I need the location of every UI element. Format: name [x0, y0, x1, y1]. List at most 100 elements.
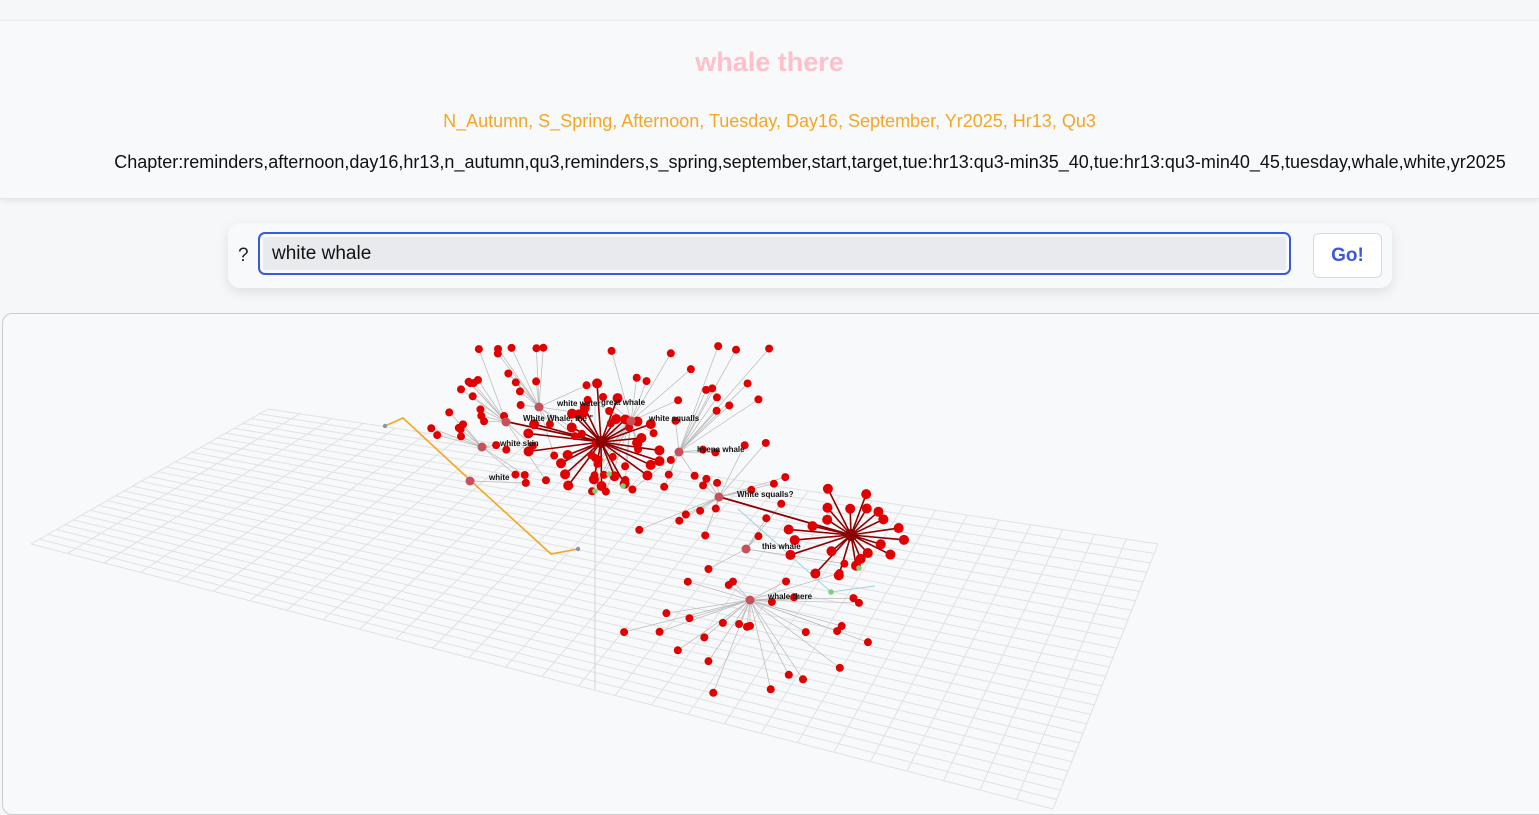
graph-node: [849, 594, 857, 602]
graph-node: [807, 521, 817, 531]
graph-node: [542, 476, 550, 484]
hub-node-white-squalls: [845, 529, 857, 541]
node-label-white-squalls-q: White squalls?: [737, 490, 794, 499]
graph-node: [635, 526, 643, 534]
graph-node: [665, 471, 673, 479]
grid-line: [944, 530, 1063, 781]
graph-node: [674, 396, 682, 404]
graph-node: [654, 445, 664, 455]
graph-node: [511, 471, 519, 479]
graph-node: [709, 689, 717, 697]
graph-node: [862, 503, 872, 513]
graph-node: [567, 422, 577, 432]
graph-node: [457, 432, 465, 440]
graph-node: [762, 439, 770, 447]
graph-node: [708, 384, 716, 392]
graph-node: [445, 408, 453, 416]
green-node: [620, 483, 626, 489]
graph-node: [845, 504, 855, 514]
grid-line: [31, 544, 1053, 809]
graph-node: [782, 577, 790, 585]
graph-node: [494, 345, 502, 353]
graph-node: [735, 620, 743, 628]
graph-node: [725, 401, 733, 409]
graph-node: [765, 345, 773, 353]
graph-edge: [512, 348, 539, 407]
graph-node: [492, 441, 500, 449]
grid-line: [90, 510, 1079, 743]
graph-node: [822, 503, 832, 513]
search-prompt-label: ?: [238, 245, 249, 267]
labelled-node: [742, 545, 751, 554]
graph-node: [550, 452, 558, 460]
graph-edge: [539, 348, 543, 407]
graph-node: [660, 483, 668, 491]
graph-node: [704, 657, 712, 665]
graph-canvas[interactable]: white water great whale White Whale, the…: [3, 314, 1539, 814]
graph-node: [621, 476, 629, 484]
graph-node: [743, 623, 751, 631]
graph-node: [621, 462, 629, 470]
graph-node: [712, 505, 720, 513]
graph-node: [662, 609, 670, 617]
search-input[interactable]: [258, 232, 1291, 275]
graph-node: [642, 377, 650, 385]
graph-node: [508, 344, 516, 352]
graph-node: [836, 569, 844, 577]
labelled-node: [627, 417, 636, 426]
graph-node: [754, 395, 762, 403]
node-label-hyena-whale: hyena whale: [697, 445, 745, 454]
graph-node: [642, 471, 652, 481]
graph-node: [532, 377, 540, 385]
graph-edge: [498, 349, 539, 407]
graph-edge: [612, 351, 631, 421]
graph-node: [563, 450, 573, 460]
graph-node: [700, 633, 708, 641]
graph-node: [674, 646, 682, 654]
graph-node: [477, 412, 485, 420]
graph-node: [656, 628, 664, 636]
grid-line: [579, 481, 745, 686]
grid-line: [150, 477, 1106, 677]
graph-edge: [679, 346, 718, 452]
node-label-whale-there: whale there: [767, 592, 813, 601]
graph-node: [620, 628, 628, 636]
graph-node: [840, 560, 848, 568]
graph-node: [654, 456, 664, 466]
graph-node: [822, 515, 832, 525]
graph-node: [878, 514, 888, 524]
graph-node: [504, 369, 512, 377]
graph-node: [539, 344, 547, 352]
node-label-white-squalls: white squalls: [648, 414, 700, 423]
graph-node: [823, 484, 833, 494]
graph-node: [713, 407, 721, 415]
graph-node: [474, 376, 482, 384]
top-bar: [0, 0, 1539, 21]
search-bar: ? Go!: [228, 223, 1392, 288]
graph-node: [583, 381, 591, 389]
graph-node: [608, 347, 616, 355]
graph-viewport[interactable]: white water great whale White Whale, the…: [2, 313, 1539, 815]
graph-node: [516, 387, 524, 395]
graph-node: [732, 346, 740, 354]
graph-node: [899, 535, 909, 545]
graph-node: [785, 671, 793, 679]
graph-node: [838, 622, 846, 630]
graph-node: [633, 374, 641, 382]
graph-edge: [750, 600, 842, 626]
node-label-this-whale: this whale: [762, 542, 801, 551]
graph-node: [523, 428, 533, 438]
graph-node: [785, 550, 795, 560]
graph-node: [702, 475, 710, 483]
graph-node: [459, 420, 467, 428]
graph-edge: [708, 549, 746, 569]
graph-node: [634, 445, 642, 453]
graph-node: [687, 365, 695, 373]
graph-node: [646, 460, 656, 470]
node-label-great-whale: great whale: [601, 398, 646, 407]
graph-node: [522, 479, 530, 487]
graph-node: [591, 471, 599, 479]
go-button[interactable]: Go!: [1313, 233, 1382, 278]
graph-node: [433, 431, 441, 439]
graph-node: [556, 458, 566, 468]
